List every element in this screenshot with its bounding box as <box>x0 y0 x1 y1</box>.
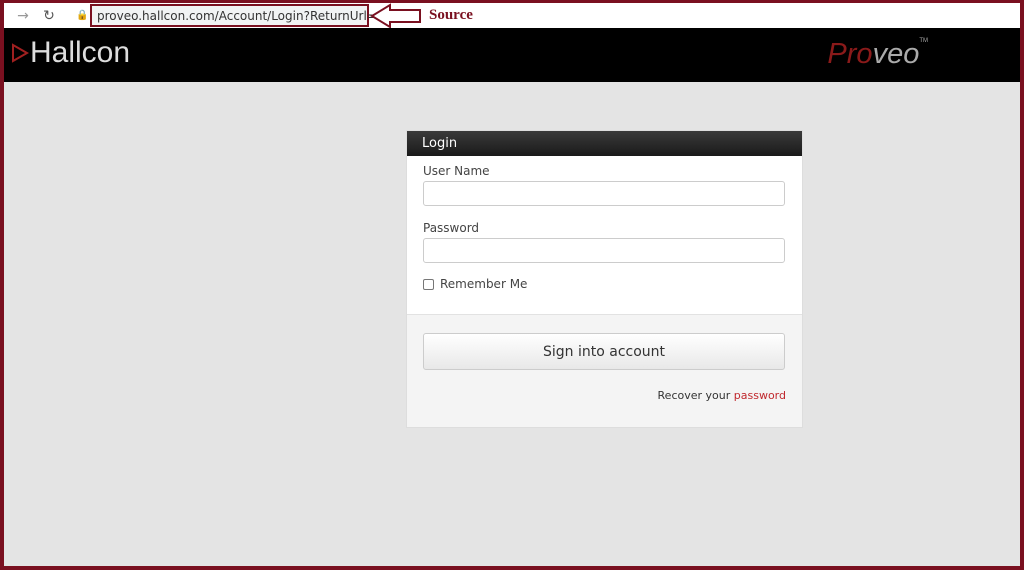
recover-password: Recover your password <box>657 389 786 402</box>
login-title: Login <box>407 131 802 156</box>
recover-password-link[interactable]: password <box>734 389 786 402</box>
username-input[interactable] <box>423 181 785 206</box>
play-triangle-icon <box>12 43 30 63</box>
browser-toolbar: → ↻ 🔒 proveo.hallcon.com/Account/Login?R… <box>4 3 1020 29</box>
username-label: User Name <box>423 164 490 178</box>
annotation-arrow-icon <box>370 3 421 29</box>
hallcon-logo[interactable]: Hallcon <box>10 36 130 70</box>
brand-name: Hallcon <box>30 36 131 69</box>
remember-me-label[interactable]: Remember Me <box>440 277 527 291</box>
remember-me-checkbox[interactable] <box>423 278 434 290</box>
lock-icon: 🔒 <box>76 10 89 21</box>
source-annotation: Source <box>429 7 473 23</box>
site-header: Hallcon ProveoTM <box>4 28 1020 82</box>
sign-in-button[interactable]: Sign into account <box>423 333 785 370</box>
password-label: Password <box>423 221 480 235</box>
address-bar[interactable]: proveo.hallcon.com/Account/Login?ReturnU… <box>90 4 403 27</box>
password-input[interactable] <box>423 238 785 263</box>
page: → ↻ 🔒 proveo.hallcon.com/Account/Login?R… <box>4 3 1020 566</box>
proveo-logo: ProveoTM <box>827 38 928 70</box>
forward-arrow-icon[interactable]: → <box>10 8 36 24</box>
reload-icon[interactable]: ↻ <box>36 8 62 24</box>
login-panel: Login User Name Password Remember Me Sig… <box>406 130 803 428</box>
